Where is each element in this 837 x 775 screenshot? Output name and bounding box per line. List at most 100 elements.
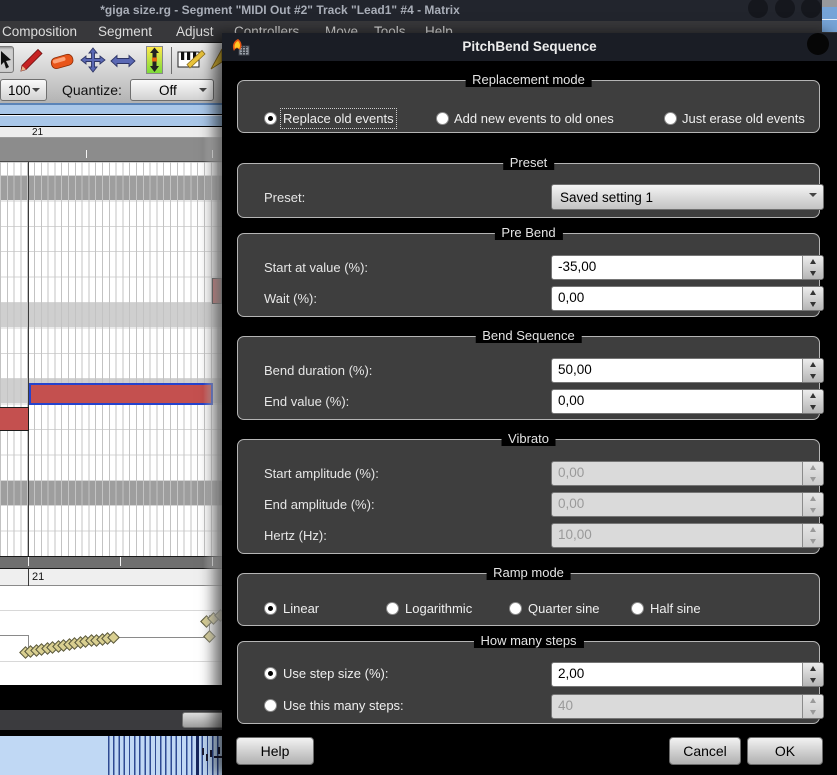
end-value-spinbox[interactable]: 0,00	[551, 389, 824, 414]
pitchbend-line	[0, 635, 28, 636]
field-label: Start at value (%):	[264, 260, 368, 275]
step-recording-icon[interactable]	[177, 47, 207, 74]
pitchbend-line	[113, 637, 210, 638]
velocity-tool-button[interactable]	[146, 46, 163, 74]
bar-number-bottom: 21	[32, 571, 44, 583]
zoom-combobox[interactable]: 100	[0, 79, 47, 101]
field-label: End amplitude (%):	[264, 497, 375, 512]
spin-buttons[interactable]	[802, 287, 823, 310]
spin-buttons[interactable]	[802, 359, 823, 382]
quantize-combobox[interactable]: Off	[130, 79, 214, 101]
field-label: Bend duration (%):	[264, 363, 372, 378]
toolbar-separator	[171, 47, 172, 74]
zoom-value: 100	[8, 83, 31, 98]
field-label: Hertz (Hz):	[264, 528, 327, 543]
window-titlebar[interactable]: *giga size.rg - Segment "MIDI Out #2" Tr…	[0, 0, 837, 21]
rosegarden-matrix-window: *giga size.rg - Segment "MIDI Out #2" Tr…	[0, 0, 837, 775]
hertz-spinbox: 10,00	[551, 523, 824, 548]
radio-linear[interactable]	[264, 602, 277, 615]
spin-value: 0,00	[552, 462, 802, 485]
draw-tool-icon[interactable]	[18, 47, 44, 74]
dialog-close-button[interactable]	[807, 33, 829, 55]
field-label: Wait (%):	[264, 291, 317, 306]
group-legend: Ramp mode	[486, 565, 571, 580]
select-tool-button[interactable]	[0, 46, 14, 73]
spin-buttons[interactable]	[802, 663, 823, 686]
preset-combobox[interactable]: Saved setting 1	[551, 184, 824, 210]
horn-icon[interactable]	[209, 47, 223, 74]
group-pre-bend: Pre Bend Start at value (%): -35,00 Wait…	[237, 233, 820, 317]
spin-buttons[interactable]	[802, 256, 823, 279]
end-amplitude-spinbox: 0,00	[551, 492, 824, 517]
spin-buttons[interactable]	[802, 390, 823, 413]
step-size-spinbox[interactable]: 2,00	[551, 662, 824, 687]
resize-tool-icon[interactable]	[110, 53, 136, 69]
radio-quarter-sine[interactable]	[509, 602, 522, 615]
velocity-arrow-icon	[147, 47, 162, 73]
panner-mini-note	[206, 754, 208, 761]
window-button-2[interactable]	[775, 0, 795, 18]
group-preset: Preset Preset: Saved setting 1	[237, 163, 820, 218]
window-button-1[interactable]	[748, 0, 768, 18]
panner-playhead	[196, 736, 199, 775]
group-how-many-steps: How many steps Use step size (%): 2,00 U…	[237, 641, 820, 724]
field-label: End value (%):	[264, 394, 349, 409]
panner-mini-note	[218, 747, 220, 754]
help-button[interactable]: Help	[236, 737, 314, 765]
note-event[interactable]	[0, 407, 29, 431]
radio-just-erase-old-events[interactable]	[664, 112, 677, 125]
group-vibrato: Vibrato Start amplitude (%): 0,00 End am…	[237, 439, 820, 554]
radio-label[interactable]: Quarter sine	[528, 601, 600, 616]
barline	[28, 162, 29, 556]
group-replacement-mode: Replacement mode Replace old events Add …	[237, 80, 820, 133]
wait-spinbox[interactable]: 0,00	[551, 286, 824, 311]
ruler-tick	[86, 150, 87, 158]
menu-adjust[interactable]: Adjust	[176, 24, 214, 39]
window-title: *giga size.rg - Segment "MIDI Out #2" Tr…	[0, 3, 560, 17]
bend-duration-spinbox[interactable]: 50,00	[551, 358, 824, 383]
radio-label[interactable]: Add new events to old ones	[454, 111, 614, 126]
panner-mini-note	[202, 748, 204, 755]
spin-buttons	[802, 493, 823, 516]
radio-logarithmic[interactable]	[386, 602, 399, 615]
dialog-titlebar[interactable]: PitchBend Sequence	[222, 33, 837, 61]
radio-label[interactable]: Logarithmic	[405, 601, 472, 616]
spin-value: 0,00	[552, 390, 802, 413]
radio-label[interactable]: Use this many steps:	[283, 698, 404, 713]
window-button-3[interactable]	[801, 0, 821, 18]
panner-event-lines	[108, 736, 222, 775]
radio-label[interactable]: Use step size (%):	[283, 666, 388, 681]
dialog-edge-fade	[203, 127, 222, 685]
radio-label[interactable]: Half sine	[650, 601, 701, 616]
radio-add-new-events[interactable]	[436, 112, 449, 125]
menu-segment[interactable]: Segment	[98, 24, 152, 39]
window-right-edge	[822, 0, 837, 7]
spin-value: 10,00	[552, 524, 802, 547]
group-legend: Pre Bend	[494, 225, 562, 240]
radio-use-this-many-steps[interactable]	[264, 699, 277, 712]
selected-note-event[interactable]	[29, 383, 213, 405]
ruler-tick	[120, 557, 121, 566]
window-right-edge-ruler	[822, 7, 837, 32]
radio-half-sine[interactable]	[631, 602, 644, 615]
barline	[28, 569, 29, 586]
chevron-down-icon	[199, 88, 207, 96]
radio-use-step-size[interactable]	[264, 667, 277, 680]
group-ramp-mode: Ramp mode Linear Logarithmic Quarter sin…	[237, 573, 820, 626]
group-bend-sequence: Bend Sequence Bend duration (%): 50,00 E…	[237, 336, 820, 420]
spin-buttons	[802, 462, 823, 485]
group-legend: Vibrato	[501, 431, 556, 446]
panner-mini-note	[214, 756, 222, 758]
radio-label[interactable]: Linear	[283, 601, 319, 616]
radio-label[interactable]: Replace old events	[283, 111, 394, 126]
radio-label[interactable]: Just erase old events	[682, 111, 805, 126]
cancel-button[interactable]: Cancel	[669, 737, 741, 765]
chevron-down-icon	[809, 193, 817, 201]
start-at-value-spinbox[interactable]: -35,00	[551, 255, 824, 280]
erase-tool-icon[interactable]	[48, 47, 76, 74]
move-tool-icon[interactable]	[80, 47, 106, 74]
ruler-tick	[28, 557, 29, 566]
ok-button[interactable]: OK	[747, 737, 823, 765]
radio-replace-old-events[interactable]	[264, 112, 277, 125]
menu-composition[interactable]: Composition	[2, 24, 77, 39]
